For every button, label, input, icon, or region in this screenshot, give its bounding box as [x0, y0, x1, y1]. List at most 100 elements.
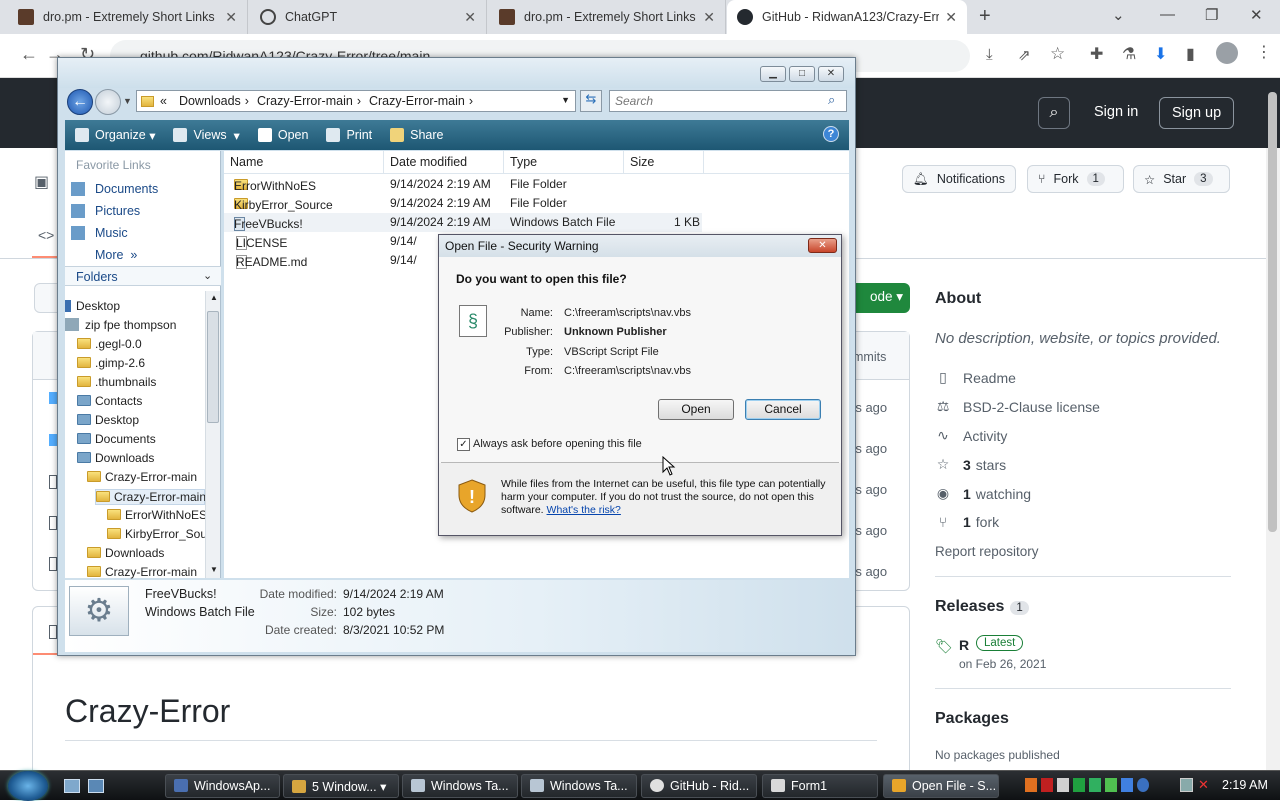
- switch-windows-icon[interactable]: [88, 779, 104, 793]
- tree-desktop[interactable]: Desktop: [65, 299, 120, 313]
- views-button[interactable]: Views ▾: [173, 128, 240, 143]
- browser-tab[interactable]: ChatGPT ✕: [250, 0, 487, 34]
- stars-link[interactable]: ☆ 3 stars: [935, 456, 1006, 473]
- tree-item[interactable]: KirbyError_Sou: [107, 527, 207, 541]
- taskbar-button-active[interactable]: Open File - S...: [883, 774, 999, 798]
- tab-search-icon[interactable]: ⌄: [1112, 6, 1125, 24]
- license-link[interactable]: ⚖ BSD-2-Clause license: [935, 398, 1100, 415]
- open-button[interactable]: Open: [658, 399, 734, 420]
- taskbar-button[interactable]: 5 Window... ▾: [283, 774, 399, 798]
- share-button[interactable]: Share: [390, 128, 444, 142]
- file-row-selected[interactable]: FreeVBucks! 9/14/2024 2:19 AM Windows Ba…: [224, 213, 702, 232]
- favorite-pictures[interactable]: Pictures: [71, 204, 140, 218]
- show-desktop-icon[interactable]: [64, 779, 80, 793]
- tree-item[interactable]: Desktop: [77, 413, 139, 427]
- side-panel-icon[interactable]: ▮: [1186, 44, 1195, 64]
- close-tab-icon[interactable]: ✕: [225, 9, 237, 26]
- tree-item[interactable]: .thumbnails: [77, 375, 156, 389]
- code-dropdown-button[interactable]: ode ▾: [850, 283, 910, 313]
- releases-heading[interactable]: Releases 1: [935, 598, 1029, 616]
- scroll-down-icon[interactable]: ▼: [210, 565, 218, 574]
- commits-link[interactable]: mmits: [853, 350, 886, 364]
- scrollbar-thumb[interactable]: [1268, 92, 1277, 532]
- tree-user[interactable]: zip fpe thompson: [65, 318, 176, 332]
- tray-icon[interactable]: [1057, 778, 1069, 792]
- taskbar-button[interactable]: Windows Ta...: [521, 774, 637, 798]
- tree-item[interactable]: Downloads: [87, 546, 164, 560]
- favorite-documents[interactable]: Documents: [71, 182, 158, 196]
- tray-icon[interactable]: [1137, 778, 1149, 792]
- tree-item[interactable]: Crazy-Error-main: [87, 470, 197, 484]
- sign-in-link[interactable]: Sign in: [1094, 104, 1138, 120]
- tree-item[interactable]: Documents: [77, 432, 156, 446]
- whats-the-risk-link[interactable]: What's the risk?: [547, 504, 621, 516]
- minimize-icon[interactable]: ▁: [760, 66, 786, 82]
- profile-avatar[interactable]: [1216, 42, 1238, 64]
- report-repository-link[interactable]: Report repository: [935, 544, 1039, 559]
- taskbar-button[interactable]: WindowsAp...: [165, 774, 280, 798]
- flask-icon[interactable]: ⚗: [1122, 44, 1136, 64]
- forks-link[interactable]: ⑂ 1 fork: [935, 514, 999, 530]
- bookmark-star-icon[interactable]: ☆: [1050, 44, 1065, 64]
- fork-button[interactable]: ⑂ Fork 1: [1027, 165, 1124, 193]
- tree-item[interactable]: .gegl-0.0: [77, 337, 142, 351]
- close-tab-icon[interactable]: ✕: [945, 9, 957, 26]
- tree-item[interactable]: Crazy-Error-main: [87, 565, 197, 579]
- chevron-right-icon[interactable]: ›: [245, 94, 249, 108]
- watching-link[interactable]: ◉ 1 watching: [935, 485, 1031, 502]
- star-button[interactable]: ☆ Star 3: [1133, 165, 1230, 193]
- column-header-type[interactable]: Type: [504, 151, 624, 173]
- chevron-right-icon[interactable]: ›: [357, 94, 361, 108]
- file-row[interactable]: KirbyError_Source 9/14/2024 2:19 AM File…: [224, 194, 849, 213]
- forward-icon[interactable]: [95, 89, 121, 115]
- restore-icon[interactable]: ❐: [1205, 6, 1218, 24]
- share-icon[interactable]: ⇗: [1018, 46, 1031, 64]
- readme-link[interactable]: ▯ Readme: [935, 369, 1016, 386]
- tree-item[interactable]: ErrorWithNoES: [107, 508, 207, 522]
- taskbar-button[interactable]: Form1: [762, 774, 878, 798]
- tray-icon[interactable]: [1041, 778, 1053, 792]
- always-ask-checkbox[interactable]: ✓: [457, 438, 470, 451]
- open-button[interactable]: Open: [257, 128, 308, 142]
- dropdown-icon[interactable]: ▼: [561, 95, 570, 105]
- new-tab-button[interactable]: +: [979, 5, 991, 28]
- favorite-music[interactable]: Music: [71, 226, 128, 240]
- release-name[interactable]: R: [959, 637, 969, 653]
- tree-item[interactable]: Downloads: [77, 451, 154, 465]
- back-icon[interactable]: ←: [67, 89, 93, 115]
- maximize-icon[interactable]: □: [789, 66, 815, 82]
- activity-link[interactable]: ∿ Activity: [935, 427, 1007, 444]
- menu-icon[interactable]: ⋮: [1256, 42, 1272, 62]
- close-tab-icon[interactable]: ✕: [703, 9, 715, 26]
- tree-scrollbar[interactable]: ▲ ▼: [205, 291, 220, 578]
- taskbar-button[interactable]: GitHub - Rid...: [641, 774, 757, 798]
- browser-tab[interactable]: dro.pm - Extremely Short Links ✕: [8, 0, 248, 34]
- search-icon[interactable]: ⌕: [828, 92, 835, 108]
- close-tab-icon[interactable]: ✕: [464, 9, 476, 26]
- scrollbar-thumb[interactable]: [207, 311, 219, 423]
- search-icon[interactable]: ⌕: [1038, 97, 1070, 129]
- tray-icon[interactable]: [1089, 778, 1101, 792]
- browser-tab-active[interactable]: GitHub - RidwanA123/Crazy-Error ✕: [727, 0, 967, 34]
- tray-icon[interactable]: [1025, 778, 1037, 792]
- print-button[interactable]: Print: [326, 128, 372, 142]
- column-header-name[interactable]: Name: [224, 151, 384, 173]
- column-header-date[interactable]: Date modified: [384, 151, 504, 173]
- cancel-button[interactable]: Cancel: [745, 399, 821, 420]
- install-icon[interactable]: ⤓: [986, 46, 993, 63]
- tray-icon[interactable]: [1105, 778, 1117, 792]
- tree-item[interactable]: Contacts: [77, 394, 142, 408]
- tree-item[interactable]: .gimp-2.6: [77, 356, 145, 370]
- file-row[interactable]: ErrorWithNoES 9/14/2024 2:19 AM File Fol…: [224, 175, 849, 194]
- packages-heading[interactable]: Packages: [935, 710, 1009, 728]
- back-icon[interactable]: ←: [20, 44, 38, 65]
- favorite-more-link[interactable]: More »: [95, 248, 137, 262]
- tray-icon[interactable]: [1121, 778, 1133, 792]
- recent-pages-icon[interactable]: ▼: [123, 96, 132, 106]
- page-scrollbar[interactable]: [1266, 92, 1280, 770]
- address-bar[interactable]: « Downloads › Crazy-Error-main › Crazy-Err…: [136, 90, 576, 112]
- clock[interactable]: 2:19 AM: [1222, 778, 1268, 792]
- chevron-right-icon[interactable]: ›: [469, 94, 473, 108]
- close-icon[interactable]: ✕: [808, 238, 837, 253]
- column-header-size[interactable]: Size: [624, 151, 704, 173]
